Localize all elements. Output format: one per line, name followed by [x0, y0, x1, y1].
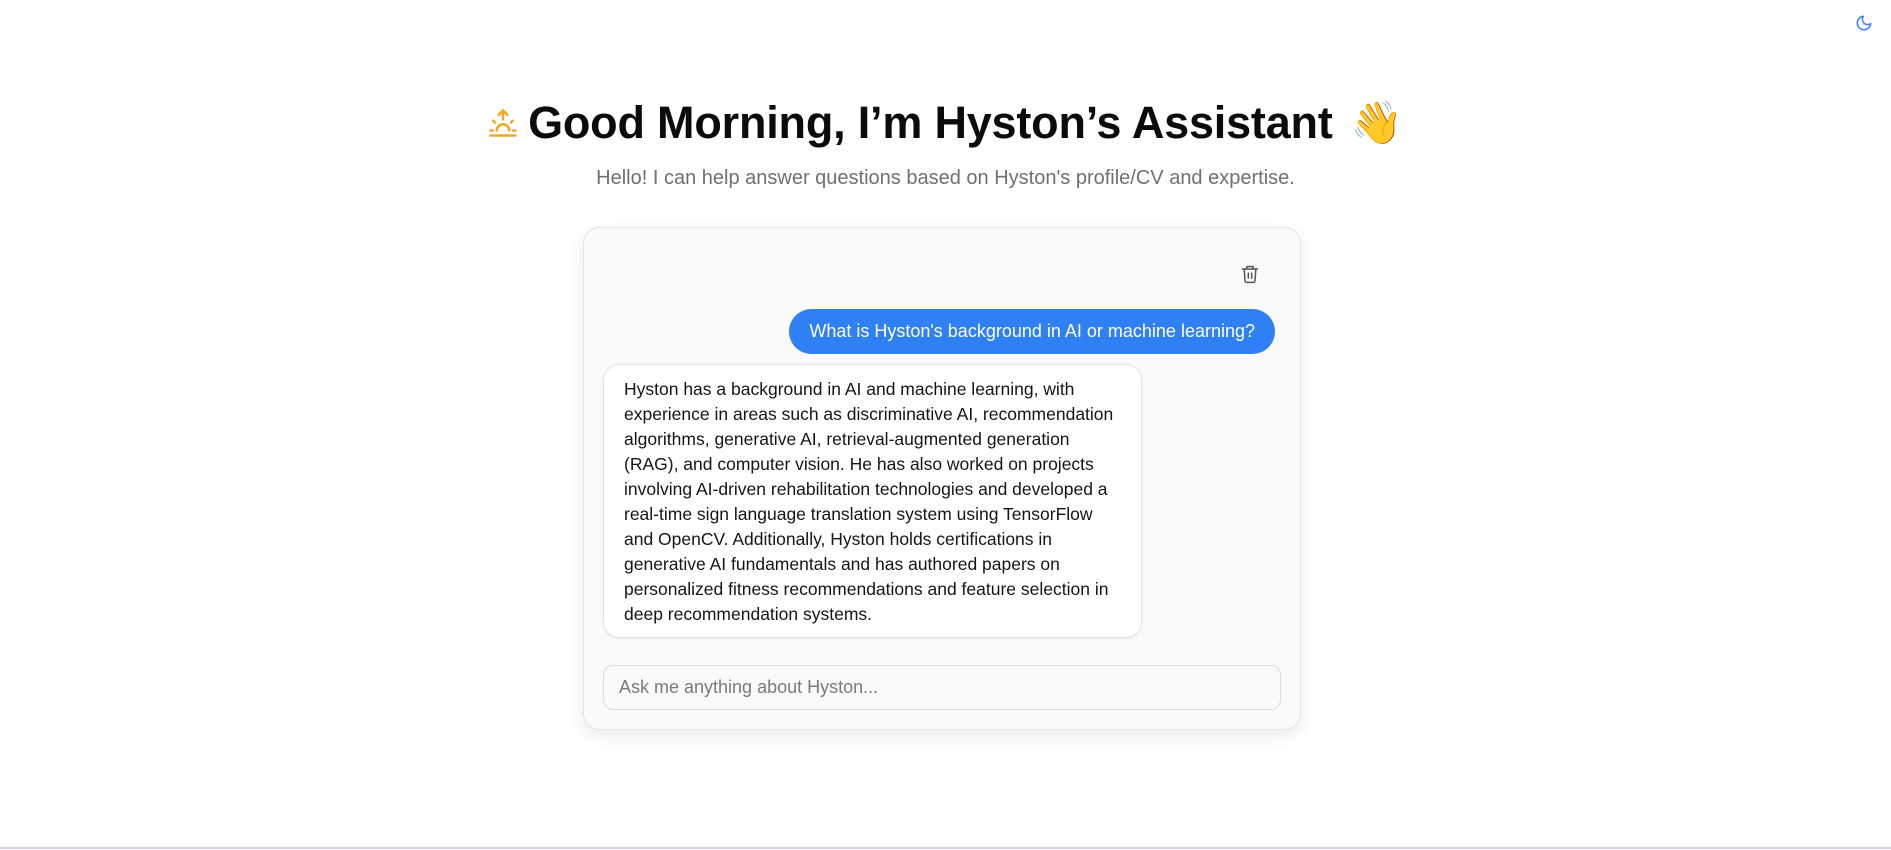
bottom-divider — [0, 847, 1891, 849]
user-message: What is Hyston's background in AI or mac… — [789, 309, 1275, 354]
clear-chat-button[interactable] — [1236, 260, 1264, 288]
page-title: Good Morning, I’m Hyston’s Assistant — [528, 97, 1333, 148]
trash-icon — [1241, 265, 1259, 284]
chat-card: What is Hyston's background in AI or mac… — [583, 227, 1301, 730]
header: Good Morning, I’m Hyston’s Assistant 👋 H… — [0, 95, 1891, 190]
page-subtitle: Hello! I can help answer questions based… — [596, 167, 1295, 189]
page: Good Morning, I’m Hyston’s Assistant 👋 H… — [0, 0, 1891, 850]
assistant-message: Hyston has a background in AI and machin… — [603, 364, 1142, 638]
theme-toggle-button[interactable] — [1851, 10, 1877, 36]
sunrise-icon — [489, 109, 517, 137]
title-row: Good Morning, I’m Hyston’s Assistant 👋 — [488, 95, 1403, 151]
moon-icon — [1856, 15, 1872, 31]
waving-hand-icon: 👋 — [1350, 99, 1403, 146]
chat-input[interactable] — [603, 665, 1281, 710]
